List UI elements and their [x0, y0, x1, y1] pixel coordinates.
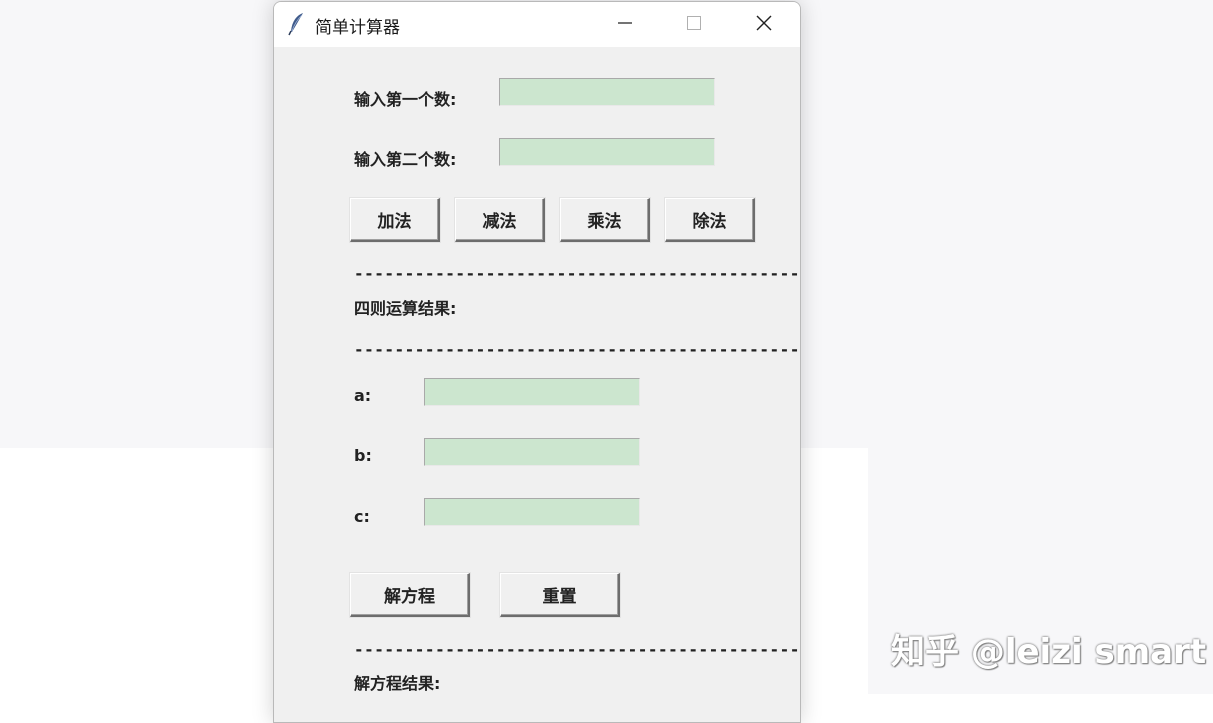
calculator-window: 简单计算器 输入第一个数: 输入第二个数: 加法 减法 乘法 除法 ------… [273, 1, 801, 723]
desktop-background-right [868, 0, 1213, 694]
coeff-b-label: b: [354, 446, 372, 465]
window-title: 简单计算器 [315, 18, 400, 38]
reset-button[interactable]: 重置 [500, 573, 620, 617]
maximize-icon [686, 15, 702, 35]
minimize-button[interactable] [592, 2, 658, 47]
separator-line: ----------------------------------------… [354, 264, 801, 283]
second-number-input[interactable] [499, 138, 715, 166]
coeff-c-label: c: [354, 507, 370, 526]
close-icon [755, 14, 773, 36]
maximize-button[interactable] [661, 2, 727, 47]
separator-line: ----------------------------------------… [354, 640, 801, 659]
coeff-c-input[interactable] [424, 498, 640, 526]
feather-icon [288, 12, 306, 36]
coeff-b-input[interactable] [424, 438, 640, 466]
divide-button[interactable]: 除法 [665, 198, 755, 242]
arith-result-label: 四则运算结果: [354, 299, 457, 318]
coeff-a-label: a: [354, 386, 372, 405]
first-number-label: 输入第一个数: [354, 90, 457, 109]
watermark-text: 知乎 @leizi smart [891, 632, 1207, 672]
second-number-label: 输入第二个数: [354, 150, 457, 169]
title-bar[interactable]: 简单计算器 [274, 2, 800, 47]
solve-button[interactable]: 解方程 [350, 573, 470, 617]
coeff-a-input[interactable] [424, 378, 640, 406]
first-number-input[interactable] [499, 78, 715, 106]
separator-line: ----------------------------------------… [354, 340, 801, 359]
minimize-icon [617, 15, 633, 35]
subtract-button[interactable]: 减法 [455, 198, 545, 242]
close-button[interactable] [731, 2, 797, 47]
multiply-button[interactable]: 乘法 [560, 198, 650, 242]
solve-result-label: 解方程结果: [354, 674, 441, 693]
add-button[interactable]: 加法 [350, 198, 440, 242]
